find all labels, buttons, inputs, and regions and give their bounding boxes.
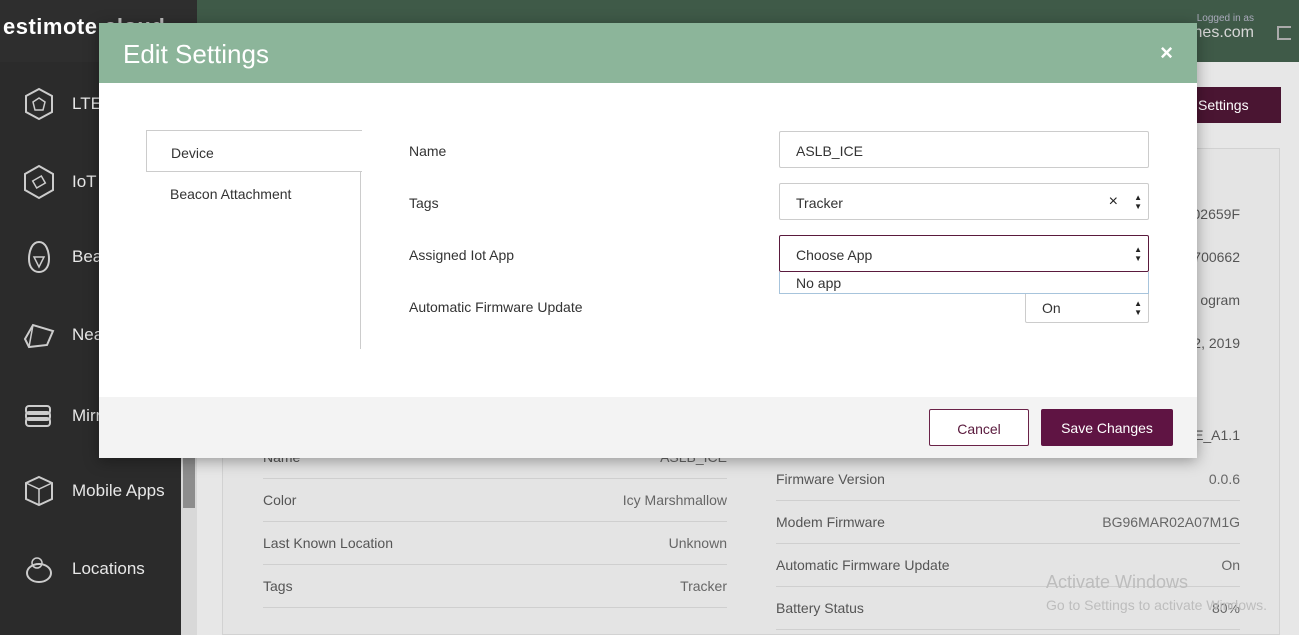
name-field[interactable]: ASLB_ICE: [779, 131, 1149, 168]
firmware-update-select[interactable]: On ▲ ▼: [1025, 289, 1149, 323]
edit-settings-modal: Edit Settings × Device Beacon Attachment…: [99, 23, 1197, 458]
firmware-update-select-value: On: [1042, 300, 1061, 316]
tags-select[interactable]: Tracker × ▲ ▼: [779, 183, 1149, 220]
select-arrows-icon: ▲ ▼: [1134, 193, 1142, 211]
tags-select-value: Tracker: [796, 195, 843, 211]
select-arrows-icon: ▲ ▼: [1134, 299, 1142, 317]
tags-label: Tags: [409, 195, 439, 211]
tab-device[interactable]: Device: [146, 130, 362, 172]
assigned-app-label: Assigned Iot App: [409, 247, 515, 263]
firmware-update-label: Automatic Firmware Update: [409, 299, 583, 315]
modal-title: Edit Settings: [123, 39, 269, 69]
assigned-app-select[interactable]: Choose App ▲ ▼: [779, 235, 1149, 272]
modal-header: Edit Settings ×: [99, 23, 1197, 83]
watermark-subtitle: Go to Settings to activate Windows.: [1046, 597, 1267, 613]
select-arrows-icon: ▲ ▼: [1134, 245, 1142, 263]
windows-activation-watermark: Activate Windows Go to Settings to activ…: [1046, 572, 1267, 613]
watermark-title: Activate Windows: [1046, 572, 1189, 592]
close-icon[interactable]: ×: [1160, 42, 1173, 64]
assigned-app-select-value: Choose App: [796, 247, 873, 263]
cancel-button[interactable]: Cancel: [929, 409, 1029, 446]
tab-beacon-attachment[interactable]: Beacon Attachment: [146, 172, 360, 214]
settings-tabs: Device Beacon Attachment: [146, 130, 362, 349]
modal-footer: Cancel Save Changes: [99, 397, 1197, 458]
dropdown-option-no-app[interactable]: No app: [779, 272, 1149, 294]
clear-icon[interactable]: ×: [1109, 193, 1118, 211]
save-changes-button[interactable]: Save Changes: [1041, 409, 1173, 446]
name-field-value: ASLB_ICE: [796, 143, 863, 159]
name-label: Name: [409, 143, 447, 159]
